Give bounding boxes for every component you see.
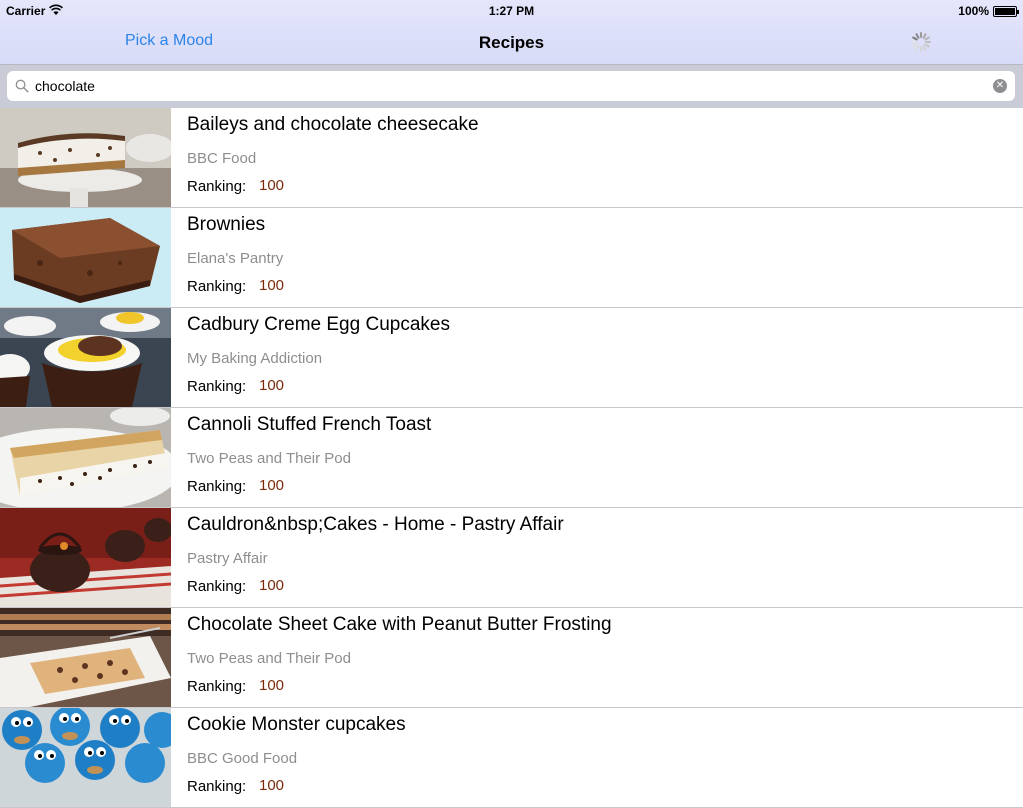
recipe-thumbnail (0, 308, 171, 407)
search-icon (15, 79, 29, 93)
recipe-thumbnail (0, 208, 171, 307)
recipe-source: My Baking Addiction (187, 350, 323, 367)
ranking-value: 100 (259, 377, 285, 394)
status-bar: Carrier 1:27 PM 100% (0, 0, 1023, 22)
recipe-source: BBC Good Food (187, 750, 298, 767)
clock: 1:27 PM (488, 4, 535, 18)
navigation-bar: Carrier 1:27 PM 100% Pick a Mood Recipes (0, 0, 1023, 64)
recipe-source: Two Peas and Their Pod (187, 450, 351, 467)
recipe-title: Cauldron&nbsp;Cakes - Home - Pastry Affa… (187, 514, 564, 535)
recipe-row[interactable]: Cannoli Stuffed French Toast Two Peas an… (0, 408, 1023, 508)
recipe-list: Baileys and chocolate cheesecake BBC Foo… (0, 108, 1023, 808)
recipe-row[interactable]: Chocolate Sheet Cake with Peanut Butter … (0, 608, 1023, 708)
ranking-label: Ranking: (187, 778, 247, 795)
recipe-row[interactable]: Cauldron&nbsp;Cakes - Home - Pastry Affa… (0, 508, 1023, 608)
ranking-value: 100 (259, 477, 285, 494)
ranking-value: 100 (259, 277, 285, 294)
ranking-value: 100 (259, 677, 285, 694)
recipe-row[interactable]: Cookie Monster cupcakes BBC Good Food Ra… (0, 708, 1023, 808)
recipe-source: Pastry Affair (187, 550, 268, 567)
ranking-label: Ranking: (187, 278, 247, 295)
recipe-thumbnail (0, 108, 171, 207)
search-bar: ✕ (0, 64, 1023, 108)
clear-icon[interactable]: ✕ (993, 79, 1007, 93)
recipe-thumbnail (0, 408, 171, 507)
battery-icon (993, 6, 1019, 17)
page-title: Recipes (478, 33, 545, 52)
recipe-title: Brownies (187, 214, 266, 235)
recipe-row[interactable]: Baileys and chocolate cheesecake BBC Foo… (0, 108, 1023, 208)
ranking-value: 100 (259, 777, 285, 794)
spinner-icon (911, 32, 931, 52)
recipe-row[interactable]: Cadbury Creme Egg Cupcakes My Baking Add… (0, 308, 1023, 408)
recipe-row[interactable]: Brownies Elana's Pantry Ranking: 100 (0, 208, 1023, 308)
recipe-thumbnail (0, 508, 171, 607)
ranking-label: Ranking: (187, 578, 247, 595)
recipe-thumbnail (0, 608, 171, 707)
ranking-label: Ranking: (187, 378, 247, 395)
recipe-title: Cannoli Stuffed French Toast (187, 414, 432, 435)
recipe-title: Chocolate Sheet Cake with Peanut Butter … (187, 614, 612, 635)
ranking-value: 100 (259, 177, 285, 194)
ranking-label: Ranking: (187, 178, 247, 195)
recipe-source: Elana's Pantry (187, 250, 284, 267)
recipe-title: Cookie Monster cupcakes (187, 714, 406, 735)
ranking-value: 100 (259, 577, 285, 594)
recipe-title: Baileys and chocolate cheesecake (187, 114, 479, 135)
battery-percent: 100% (958, 4, 989, 18)
recipe-thumbnail (0, 708, 171, 807)
search-input[interactable] (35, 71, 985, 101)
ranking-label: Ranking: (187, 478, 247, 495)
recipe-source: BBC Food (187, 150, 257, 167)
ranking-label: Ranking: (187, 678, 247, 695)
recipe-source: Two Peas and Their Pod (187, 650, 351, 667)
recipe-title: Cadbury Creme Egg Cupcakes (187, 314, 450, 335)
search-field[interactable]: ✕ (7, 71, 1015, 101)
